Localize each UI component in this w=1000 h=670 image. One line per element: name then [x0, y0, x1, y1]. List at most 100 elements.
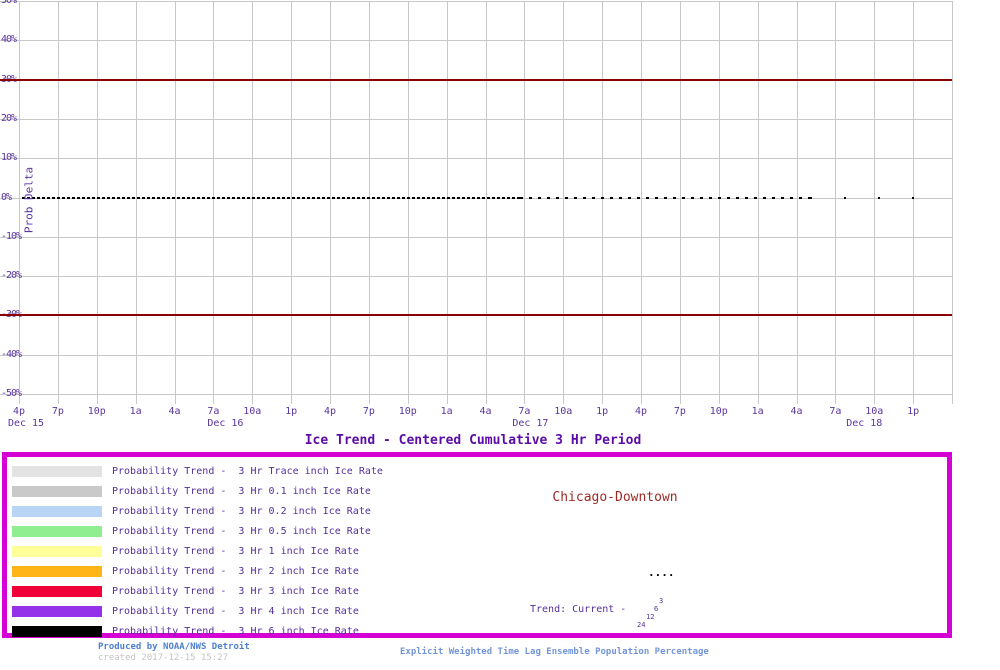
- x-tick-label: 10a: [243, 406, 262, 417]
- y-tick-label: -50%: [1, 388, 22, 399]
- legend-item: Probability Trend - 3 Hr 2 inch Ice Rate: [12, 561, 383, 581]
- legend-item-label: Probability Trend - 3 Hr Trace inch Ice …: [112, 465, 383, 477]
- y-tick-label: 10%: [1, 152, 17, 164]
- x-tick-label: 1p: [907, 406, 920, 417]
- threshold-line-lower: [0, 314, 952, 317]
- x-tick-label: 4p: [323, 406, 337, 417]
- x-tick-label: 1p: [285, 406, 298, 417]
- legend-item: Probability Trend - 3 Hr 4 inch Ice Rate: [12, 601, 383, 621]
- v-gridline: [679, 1, 681, 404]
- x-tick-label: 1a: [751, 406, 764, 417]
- chart-title: Ice Trend - Centered Cumulative 3 Hr Per…: [304, 433, 642, 448]
- legend-item-label: Probability Trend - 3 Hr 2 inch Ice Rate: [112, 565, 359, 577]
- legend-item-label: Probability Trend - 3 Hr 1 inch Ice Rate: [112, 545, 359, 557]
- x-tick-label: 7p: [362, 406, 375, 417]
- legend-swatch: [12, 525, 102, 537]
- v-gridline: [446, 1, 448, 404]
- footer-method-label: Explicit Weighted Time Lag Ensemble Popu…: [400, 647, 709, 657]
- date-label: Dec 15: [7, 418, 45, 429]
- v-gridline: [602, 1, 604, 404]
- v-gridline: [57, 1, 59, 404]
- v-gridline: [641, 1, 642, 404]
- trend-lag-12: 12: [646, 613, 655, 621]
- x-tick-label: 7a: [518, 406, 531, 417]
- legend-items: Probability Trend - 3 Hr Trace inch Ice …: [12, 461, 383, 641]
- h-gridline: [0, 158, 952, 160]
- v-gridline: [913, 1, 915, 404]
- v-gridline: [213, 1, 215, 404]
- x-tick-label: 10a: [554, 406, 573, 417]
- trend-lag-6: 6: [654, 605, 659, 613]
- v-gridline: [330, 1, 331, 404]
- legend-swatch: [12, 505, 102, 517]
- legend-item: Probability Trend - 3 Hr 6 inch Ice Rate: [12, 621, 383, 641]
- legend-item-label: Probability Trend - 3 Hr 0.1 inch Ice Ra…: [112, 485, 371, 497]
- footer-created-timestamp: created 2017-12-15 15:27: [98, 653, 229, 663]
- legend-item: Probability Trend - 3 Hr 0.5 inch Ice Ra…: [12, 521, 383, 541]
- x-tick-label: 1a: [129, 406, 142, 417]
- legend-swatch: [12, 625, 102, 637]
- v-gridline: [718, 1, 720, 404]
- legend-swatch: [12, 465, 102, 477]
- y-tick-label: 50%: [1, 0, 17, 6]
- legend-item-label: Probability Trend - 3 Hr 0.5 inch Ice Ra…: [112, 525, 371, 537]
- x-tick-label: 10a: [865, 406, 884, 417]
- v-gridline: [291, 1, 293, 404]
- x-tick-label: 1p: [596, 406, 609, 417]
- trend-lag-24: 24: [637, 621, 646, 629]
- legend-item: Probability Trend - 3 Hr 0.2 inch Ice Ra…: [12, 501, 383, 521]
- x-tick-label: 10p: [709, 406, 728, 417]
- x-tick-label: 4p: [634, 406, 648, 417]
- legend-box: Probability Trend - 3 Hr Trace inch Ice …: [2, 452, 952, 638]
- date-label: Dec 16: [207, 418, 244, 429]
- x-tick-label: 7p: [51, 406, 64, 417]
- y-tick-label: -20%: [1, 270, 22, 282]
- x-tick-label: 7a: [829, 406, 842, 417]
- x-tick-label: 4a: [479, 406, 492, 417]
- v-gridline: [835, 1, 837, 404]
- y-tick-label: -10%: [1, 230, 22, 242]
- legend-item: Probability Trend - 3 Hr Trace inch Ice …: [12, 461, 383, 481]
- v-gridline: [368, 1, 370, 404]
- v-gridline: [796, 1, 798, 404]
- v-gridline: [952, 1, 953, 404]
- h-gridline: [0, 1, 952, 2]
- legend-swatch: [12, 605, 102, 617]
- x-tick-label: 7a: [207, 406, 220, 417]
- x-tick-label: 4a: [168, 406, 181, 417]
- h-gridline: [0, 276, 952, 278]
- trend-lag-3: 3: [659, 597, 664, 605]
- x-tick-label: 10p: [87, 406, 106, 417]
- zero-trend-line: [520, 196, 810, 199]
- h-gridline: [0, 236, 952, 238]
- x-tick-label: 1a: [440, 406, 453, 417]
- x-tick-label: 7p: [673, 406, 686, 417]
- x-tick-label: 4a: [790, 406, 803, 417]
- legend-item-label: Probability Trend - 3 Hr 6 inch Ice Rate: [112, 625, 359, 637]
- v-gridline: [135, 1, 137, 404]
- v-gridline: [563, 1, 565, 404]
- v-gridline: [485, 1, 487, 404]
- legend-item-label: Probability Trend - 3 Hr 0.2 inch Ice Ra…: [112, 505, 371, 517]
- h-gridline: [0, 118, 952, 120]
- legend-swatch: [12, 585, 102, 597]
- x-tick-label: 10p: [398, 406, 417, 417]
- y-axis-title: Prob Delta: [22, 166, 36, 234]
- zero-trend-line: [22, 196, 520, 199]
- threshold-line-upper: [0, 78, 952, 81]
- h-gridline: [0, 40, 952, 42]
- y-tick-label: -40%: [1, 348, 22, 360]
- y-tick-label: 40%: [1, 34, 17, 46]
- date-label: Dec 17: [512, 418, 549, 429]
- v-gridline: [252, 1, 254, 404]
- trend-sample-dots: ....: [648, 566, 675, 579]
- trend-current-label: Trend: Current -: [530, 604, 627, 615]
- legend-item-label: Probability Trend - 3 Hr 3 inch Ice Rate: [112, 585, 359, 597]
- legend-item: Probability Trend - 3 Hr 1 inch Ice Rate: [12, 541, 383, 561]
- date-label: Dec 18: [846, 418, 883, 429]
- h-gridline: [0, 394, 952, 395]
- legend-item: Probability Trend - 3 Hr 3 inch Ice Rate: [12, 581, 383, 601]
- y-tick-label: 20%: [1, 112, 17, 124]
- v-gridline: [524, 1, 526, 404]
- v-gridline: [874, 1, 876, 404]
